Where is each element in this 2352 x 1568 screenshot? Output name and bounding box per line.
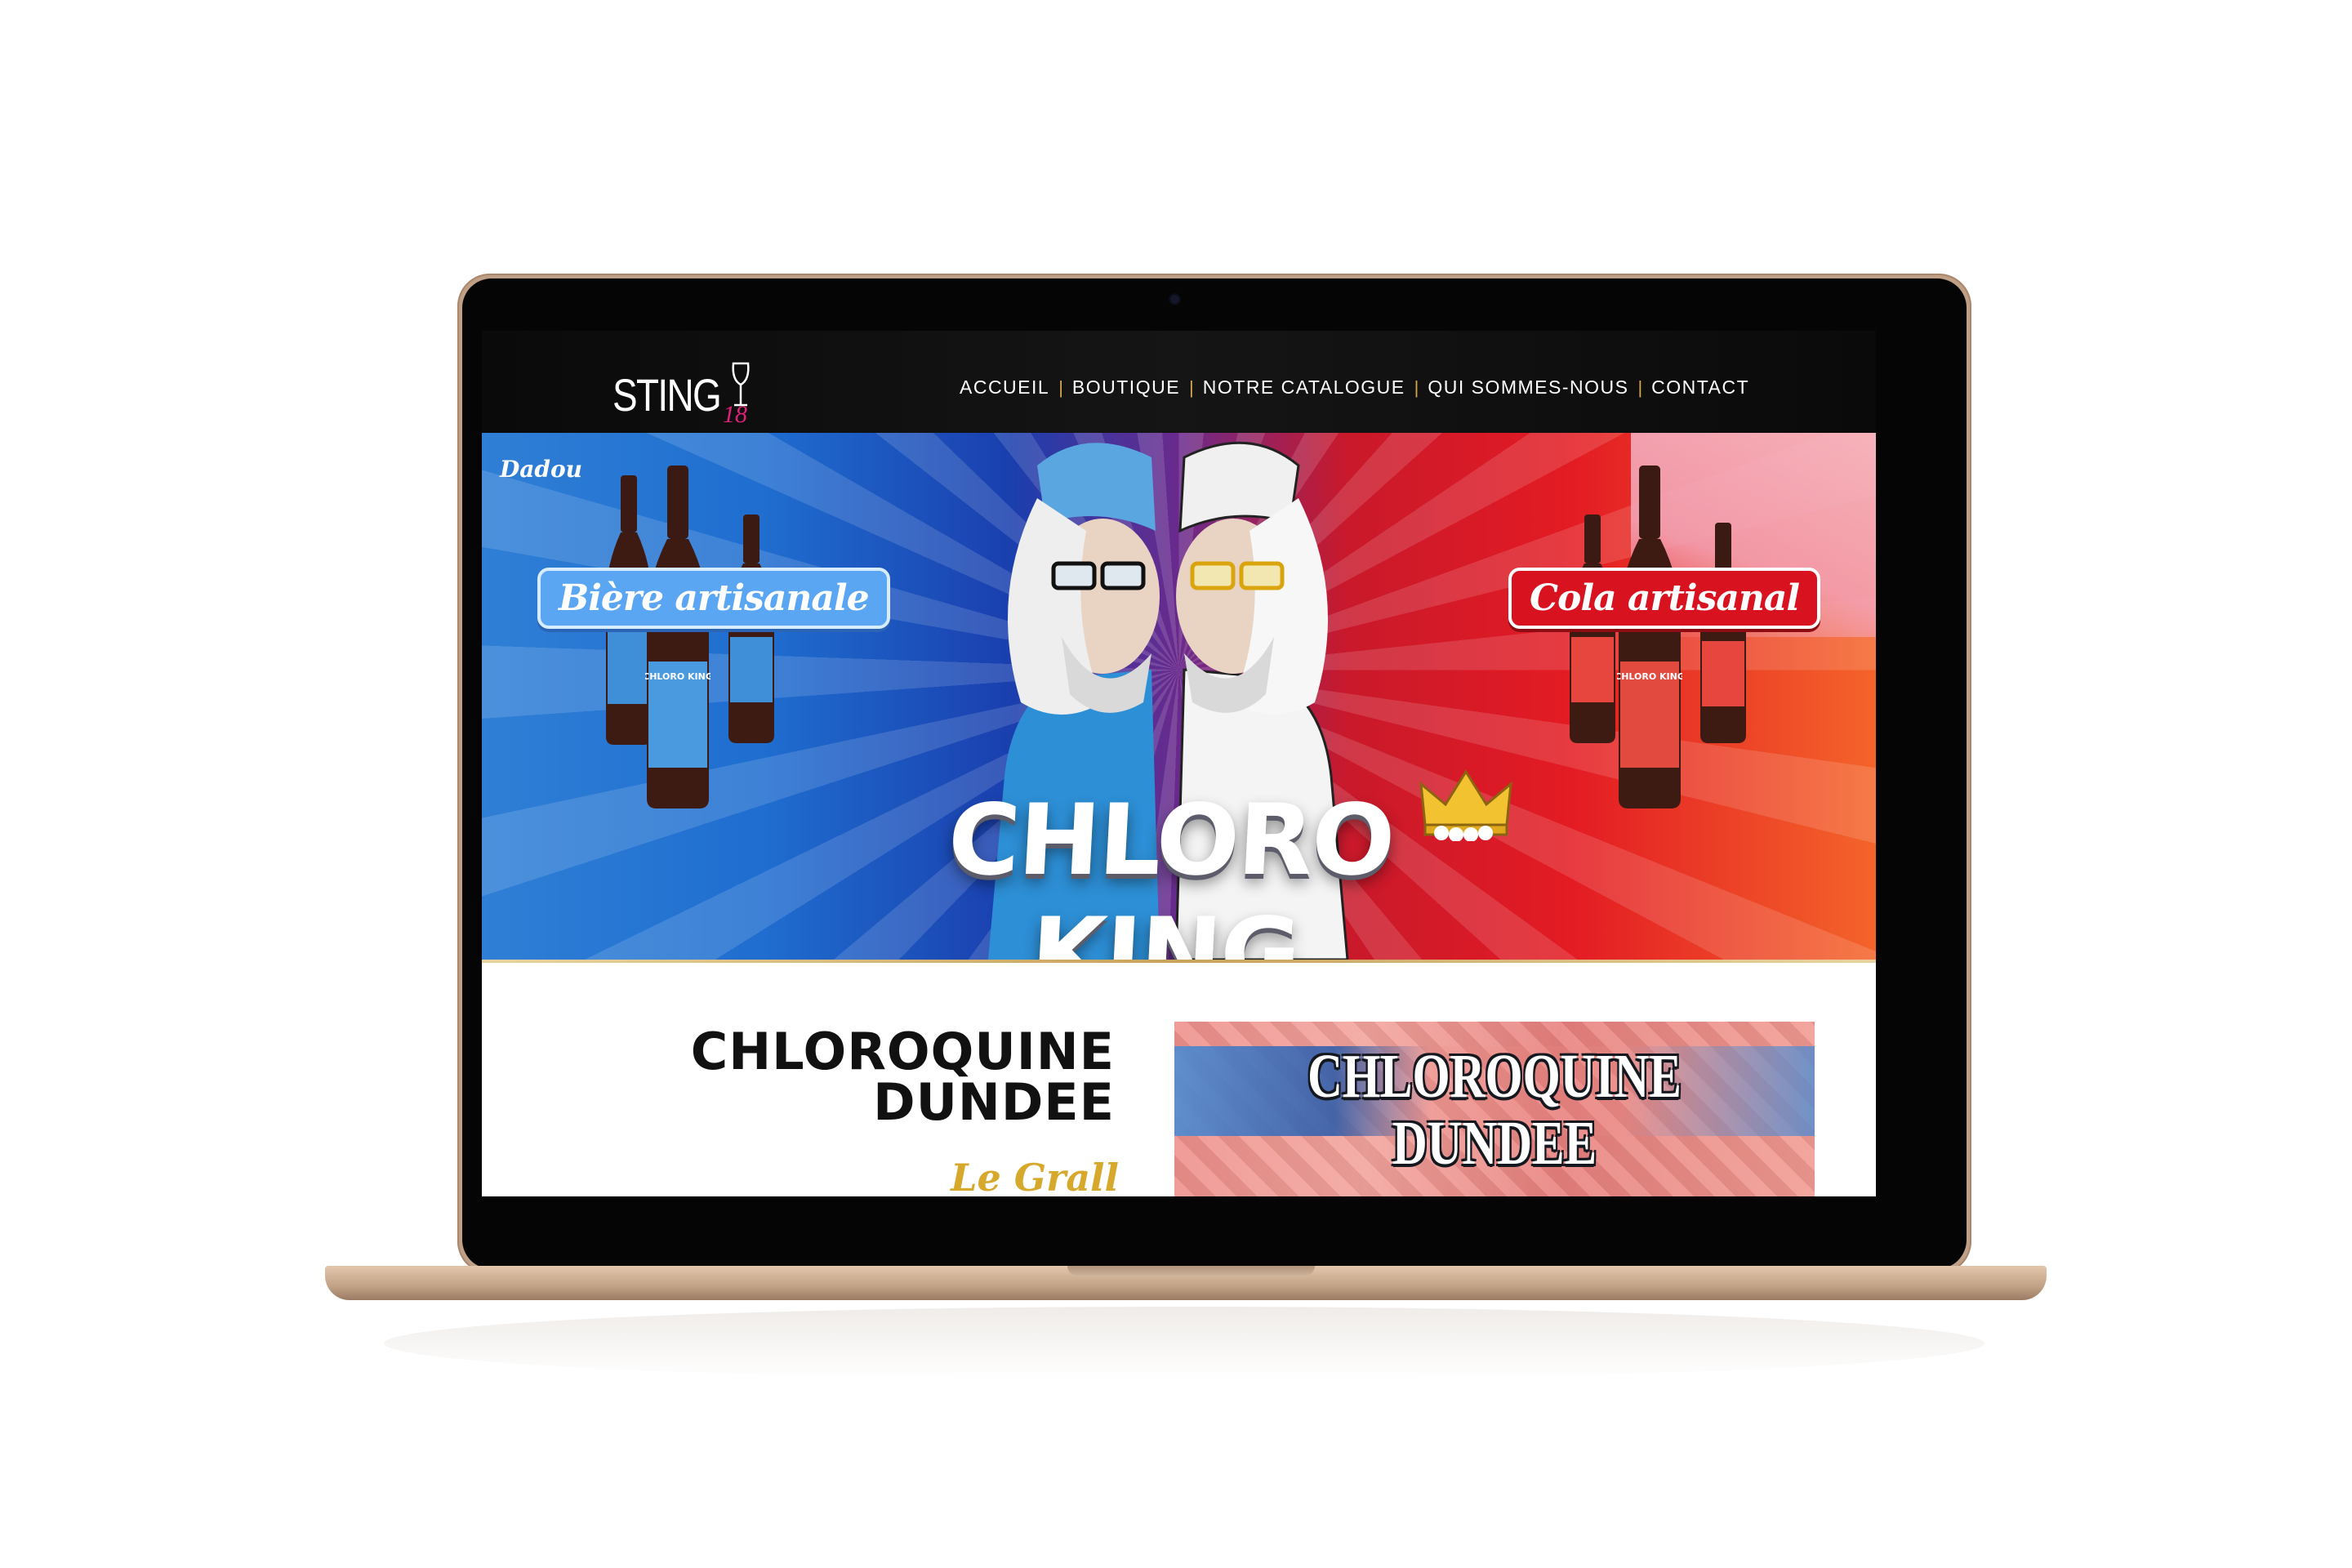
article-title-line1: CHLOROQUINE <box>690 1022 1115 1081</box>
article-thumbnail[interactable]: CHLOROQUINE DUNDEE <box>1174 1022 1815 1196</box>
crown-icon <box>1419 769 1512 841</box>
beer-bottle-right <box>728 514 774 743</box>
nav-separator: | <box>1414 376 1419 398</box>
cola-bottle-right <box>1700 523 1746 743</box>
nav-separator: | <box>1637 376 1643 398</box>
webcam-icon <box>1170 295 1179 304</box>
nav-notre-catalogue[interactable]: NOTRE CATALOGUE <box>1203 376 1405 399</box>
logo-subtext: 18 <box>723 401 747 428</box>
beer-category-badge[interactable]: Bière artisanale <box>537 568 890 629</box>
article-author: Le Grall Art <box>951 1156 1119 1196</box>
main-nav: ACCUEIL | BOUTIQUE | NOTRE CATALOGUE | Q… <box>960 376 1749 399</box>
nav-qui-sommes-nous[interactable]: QUI SOMMES-NOUS <box>1428 376 1628 399</box>
cola-bottle-left <box>1570 514 1615 743</box>
cola-category-badge[interactable]: Cola artisanal <box>1508 568 1821 629</box>
hero-title: CHLORO KING <box>945 784 1396 960</box>
thumbnail-title-line1: CHLOROQUINE <box>1307 1042 1682 1111</box>
laptop-screen: STING 18 ACCUEIL | BOUTIQUE | NOTRE CATA… <box>482 331 1876 1196</box>
hero-banner[interactable]: Dadou CHLORO KING Bière artisanale CHLOR… <box>482 433 1876 960</box>
nav-boutique[interactable]: BOUTIQUE <box>1072 376 1180 399</box>
laptop-notch <box>1067 1266 1315 1276</box>
thumbnail-title: CHLOROQUINE DUNDEE <box>1245 1043 1744 1177</box>
beer-bottle-center: CHLORO KING <box>645 466 710 808</box>
cola-bottle-center: CHLORO KING <box>1617 466 1682 808</box>
svg-text:CHLORO KING: CHLORO KING <box>1617 671 1682 682</box>
article-section: CHLOROQUINE DUNDEE Le Grall Art CHLOROQU… <box>482 963 1876 1196</box>
thumbnail-title-line2: DUNDEE <box>1392 1109 1597 1178</box>
logo-text: STING <box>612 369 722 421</box>
artist-signature: Dadou <box>500 456 583 483</box>
nav-separator: | <box>1058 376 1063 398</box>
laptop-reflection <box>384 1307 1984 1380</box>
article-title-line2: DUNDEE <box>873 1072 1115 1132</box>
nav-separator: | <box>1189 376 1194 398</box>
site-logo[interactable]: STING 18 <box>612 362 751 428</box>
article-title[interactable]: CHLOROQUINE DUNDEE <box>637 1027 1115 1128</box>
svg-text:CHLORO KING: CHLORO KING <box>645 671 710 682</box>
site-header: STING 18 ACCUEIL | BOUTIQUE | NOTRE CATA… <box>482 331 1876 433</box>
nav-accueil[interactable]: ACCUEIL <box>960 376 1049 399</box>
nav-contact[interactable]: CONTACT <box>1651 376 1749 399</box>
